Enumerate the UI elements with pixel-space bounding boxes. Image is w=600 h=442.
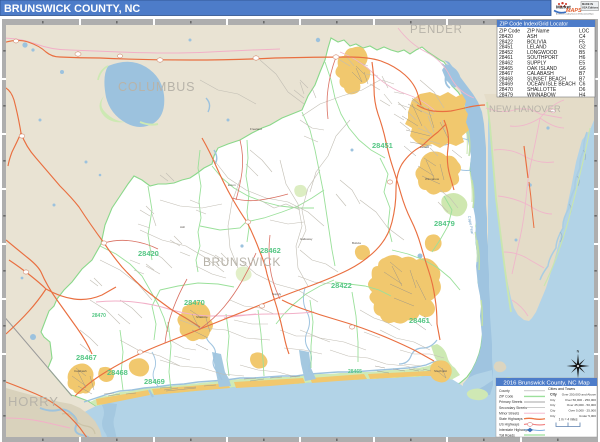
svg-text:Galloway: Galloway: [300, 237, 313, 241]
svg-text:WINNABOW: WINNABOW: [527, 92, 556, 98]
svg-text:N: N: [577, 349, 580, 353]
svg-text:Minor Streets: Minor Streets: [499, 411, 519, 415]
svg-text:Under 5,000: Under 5,000: [579, 414, 596, 418]
svg-text:Supply: Supply: [272, 292, 282, 296]
svg-text:Cities and Towns: Cities and Towns: [548, 387, 575, 391]
svg-text:28468: 28468: [107, 368, 128, 377]
svg-text:Winnabow: Winnabow: [425, 177, 440, 181]
svg-text:City: City: [550, 403, 556, 407]
svg-text:HORRY: HORRY: [8, 394, 59, 409]
svg-text:COLUMBUS: COLUMBUS: [118, 80, 195, 94]
svg-text:Over 50,000 - 250,000: Over 50,000 - 250,000: [565, 398, 596, 402]
svg-text:ZIP Code Index/Grid Locator: ZIP Code Index/Grid Locator: [500, 22, 569, 28]
svg-text:28470: 28470: [184, 298, 205, 307]
svg-text:Primary Streets: Primary Streets: [499, 400, 523, 404]
svg-text:USA Editions: USA Editions: [582, 6, 599, 10]
svg-text:28465: 28465: [348, 369, 362, 375]
svg-text:City: City: [550, 414, 556, 418]
svg-text:28420: 28420: [138, 249, 159, 258]
svg-text:State Highways: State Highways: [499, 417, 523, 421]
svg-text:28479: 28479: [434, 219, 455, 228]
svg-text:2016 Brunswick County, NC Map: 2016 Brunswick County, NC Map: [503, 380, 590, 386]
svg-text:28470: 28470: [92, 313, 106, 319]
svg-text:Southport: Southport: [434, 369, 447, 373]
svg-text:Bolivia: Bolivia: [352, 241, 361, 245]
svg-text:28467: 28467: [76, 353, 97, 362]
svg-text:BRUNSWICK COUNTY, NC: BRUNSWICK COUNTY, NC: [4, 3, 140, 15]
svg-text:ZIP Code: ZIP Code: [499, 395, 513, 399]
svg-text:Freeland: Freeland: [250, 127, 262, 131]
svg-text:County: County: [499, 389, 510, 393]
svg-text:Calabash: Calabash: [74, 369, 87, 373]
svg-text:City: City: [550, 392, 557, 396]
svg-text:28422: 28422: [331, 281, 352, 290]
svg-text:1 in = 4 miles: 1 in = 4 miles: [559, 418, 578, 422]
svg-text:Over 5,000 - 25,000: Over 5,000 - 25,000: [568, 409, 596, 413]
svg-text:MADE IN: MADE IN: [582, 2, 593, 6]
svg-text:Over 25,000 - 50,000: Over 25,000 - 50,000: [567, 403, 597, 407]
svg-text:NEW HANOVER: NEW HANOVER: [489, 104, 561, 115]
svg-text:28479: 28479: [499, 92, 513, 98]
svg-text:H4: H4: [579, 92, 586, 98]
svg-text:City: City: [550, 409, 556, 413]
svg-text:28462: 28462: [260, 246, 281, 255]
svg-text:Exum: Exum: [228, 183, 236, 187]
svg-text:City: City: [550, 398, 556, 402]
svg-text:Leland: Leland: [420, 145, 429, 149]
svg-text:28469: 28469: [144, 377, 165, 386]
svg-text:Over 250,000 and Above: Over 250,000 and Above: [562, 392, 597, 396]
svg-text:PENDER: PENDER: [410, 24, 463, 36]
svg-text:28461: 28461: [409, 316, 430, 325]
svg-text:Shallotte: Shallotte: [196, 315, 208, 319]
svg-text:28451: 28451: [372, 141, 393, 150]
svg-text:Toll Roads: Toll Roads: [499, 433, 515, 437]
svg-text:BRUNSWICK: BRUNSWICK: [203, 255, 281, 269]
svg-text:Ash: Ash: [180, 225, 186, 229]
svg-text:America's Leading Source of Ed: America's Leading Source of Educational …: [556, 13, 594, 16]
svg-text:Secondary Streets: Secondary Streets: [499, 406, 527, 410]
svg-text:US Highways: US Highways: [499, 423, 520, 427]
